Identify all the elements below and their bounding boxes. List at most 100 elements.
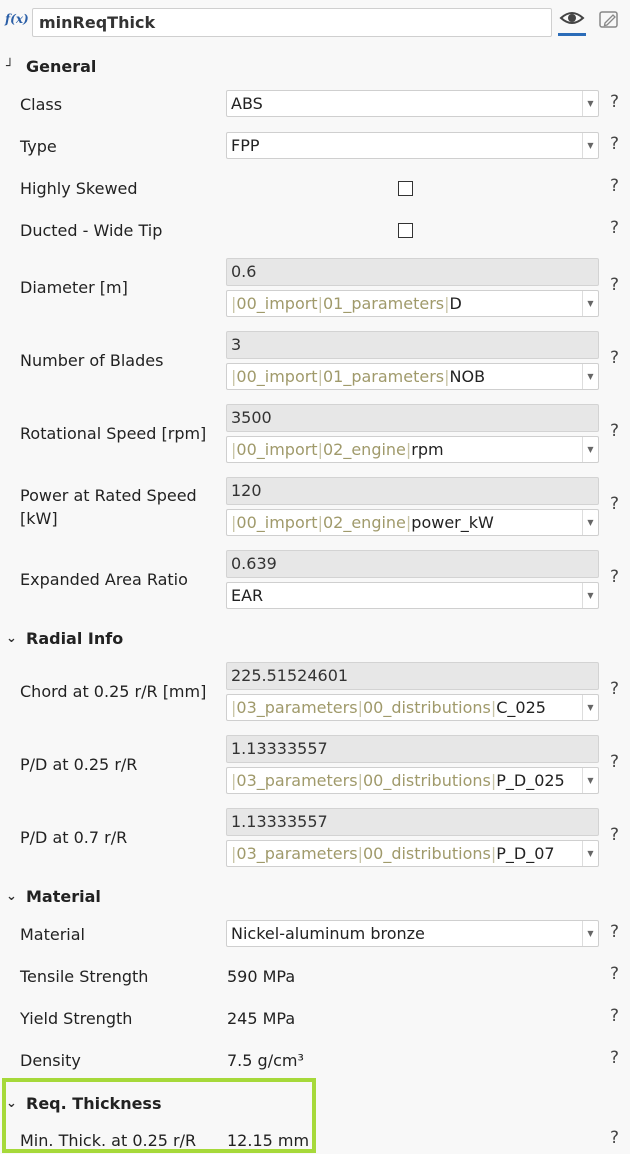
- blades-value: 3: [226, 331, 599, 359]
- help-icon[interactable]: ?: [610, 92, 619, 112]
- class-label: Class: [20, 95, 63, 114]
- density-value: 7.5 g/cm³: [227, 1051, 304, 1070]
- ear-label: Expanded Area Ratio: [20, 570, 188, 589]
- type-value: FPP: [231, 136, 260, 155]
- section-radial-info[interactable]: ⌄ Radial Info: [6, 626, 123, 650]
- edit-button[interactable]: [598, 9, 620, 31]
- help-icon[interactable]: ?: [610, 218, 619, 238]
- eye-icon: [559, 12, 585, 24]
- chevron-down-icon[interactable]: ▼: [582, 768, 598, 793]
- blades-ref-select[interactable]: |00_import|01_parameters| NOB ▼: [226, 363, 599, 390]
- help-icon[interactable]: ?: [610, 275, 619, 295]
- rpm-label: Rotational Speed [rpm]: [20, 424, 207, 443]
- section-title: Radial Info: [26, 628, 124, 648]
- power-label-line2: [kW]: [20, 509, 58, 528]
- help-icon[interactable]: ?: [610, 494, 619, 514]
- pd07-ref-select[interactable]: |03_parameters|00_distributions| P_D_07 ▼: [226, 840, 599, 867]
- ref-path: |03_parameters|00_distributions|: [231, 844, 497, 863]
- visibility-toggle-button[interactable]: [558, 6, 586, 36]
- help-icon[interactable]: ?: [610, 752, 619, 772]
- help-icon[interactable]: ?: [610, 348, 619, 368]
- yield-value: 245 MPa: [227, 1009, 296, 1028]
- ref-name: power_kW: [411, 513, 494, 532]
- chevron-down-icon: ⌄: [6, 888, 17, 904]
- chevron-down-icon[interactable]: ▼: [582, 921, 598, 946]
- help-icon[interactable]: ?: [610, 922, 619, 942]
- ref-path: |03_parameters|00_distributions|: [231, 771, 497, 790]
- ref-path: |00_import|01_parameters|: [231, 294, 450, 313]
- ear-ref-select[interactable]: EAR ▼: [226, 582, 599, 609]
- chevron-down-icon[interactable]: ▼: [582, 841, 598, 866]
- ref-path: |00_import|02_engine|: [231, 440, 412, 459]
- section-title: Material: [26, 886, 101, 906]
- yield-label: Yield Strength: [20, 1009, 133, 1028]
- chevron-down-icon[interactable]: ▼: [582, 510, 598, 535]
- material-select[interactable]: Nickel-aluminum bronze ▼: [226, 920, 599, 947]
- ear-value: 0.639: [226, 550, 599, 578]
- ref-name: P_D_07: [496, 844, 555, 863]
- chevron-down-icon[interactable]: ▼: [582, 364, 598, 389]
- help-icon[interactable]: ?: [610, 134, 619, 154]
- formula-icon[interactable]: f(x): [5, 12, 29, 26]
- chevron-down-icon[interactable]: ▼: [582, 133, 598, 158]
- chevron-down-icon[interactable]: ▼: [582, 583, 598, 608]
- chevron-down-icon[interactable]: ▼: [582, 437, 598, 462]
- pd07-label: P/D at 0.7 r/R: [20, 828, 128, 847]
- power-value: 120: [226, 477, 599, 505]
- pd07-value: 1.13333557: [226, 808, 599, 836]
- help-icon[interactable]: ?: [610, 825, 619, 845]
- material-label: Material: [20, 925, 85, 944]
- active-underline: [558, 33, 586, 36]
- pd025-value: 1.13333557: [226, 735, 599, 763]
- section-general[interactable]: ┘ General: [6, 54, 96, 78]
- ref-path: |00_import|01_parameters|: [231, 367, 450, 386]
- chord-value: 225.51524601: [226, 662, 599, 690]
- blades-label: Number of Blades: [20, 351, 164, 370]
- help-icon[interactable]: ?: [610, 176, 619, 196]
- chevron-down-icon[interactable]: ▼: [582, 91, 598, 116]
- material-value: Nickel-aluminum bronze: [231, 924, 425, 943]
- diameter-label: Diameter [m]: [20, 278, 128, 297]
- type-label: Type: [20, 137, 57, 156]
- ref-path: |00_import|02_engine|: [231, 513, 412, 532]
- pd025-ref-select[interactable]: |03_parameters|00_distributions| P_D_025 …: [226, 767, 599, 794]
- class-select[interactable]: ABS ▼: [226, 90, 599, 117]
- name-input[interactable]: [32, 8, 552, 37]
- highlight-box: [2, 1078, 316, 1153]
- ducted-wide-tip-checkbox[interactable]: [398, 223, 413, 238]
- ref-name: C_025: [496, 698, 546, 717]
- section-title: General: [26, 56, 97, 76]
- collapse-icon: ┘: [6, 58, 14, 74]
- chord-label: Chord at 0.25 r/R [mm]: [20, 682, 207, 701]
- ref-name: EAR: [231, 586, 264, 605]
- help-icon[interactable]: ?: [610, 1006, 619, 1026]
- help-icon[interactable]: ?: [610, 964, 619, 984]
- ref-name: P_D_025: [496, 771, 565, 790]
- class-value: ABS: [231, 94, 263, 113]
- power-label-line1: Power at Rated Speed: [20, 486, 197, 505]
- help-icon[interactable]: ?: [610, 1128, 619, 1148]
- highly-skewed-checkbox[interactable]: [398, 181, 413, 196]
- ref-name: D: [449, 294, 462, 313]
- tensile-value: 590 MPa: [227, 967, 296, 986]
- help-icon[interactable]: ?: [610, 679, 619, 699]
- chevron-down-icon: ⌄: [6, 630, 17, 646]
- diameter-value: 0.6: [226, 258, 599, 286]
- edit-icon: [599, 11, 618, 28]
- pd025-label: P/D at 0.25 r/R: [20, 755, 138, 774]
- chevron-down-icon[interactable]: ▼: [582, 695, 598, 720]
- ducted-label: Ducted - Wide Tip: [20, 221, 163, 240]
- help-icon[interactable]: ?: [610, 421, 619, 441]
- skewed-label: Highly Skewed: [20, 179, 138, 198]
- diameter-ref-select[interactable]: |00_import|01_parameters| D ▼: [226, 290, 599, 317]
- help-icon[interactable]: ?: [610, 1048, 619, 1068]
- power-ref-select[interactable]: |00_import|02_engine| power_kW ▼: [226, 509, 599, 536]
- ref-name: rpm: [411, 440, 444, 459]
- section-material[interactable]: ⌄ Material: [6, 884, 101, 908]
- chevron-down-icon[interactable]: ▼: [582, 291, 598, 316]
- ref-name: NOB: [449, 367, 486, 386]
- rpm-ref-select[interactable]: |00_import|02_engine| rpm ▼: [226, 436, 599, 463]
- help-icon[interactable]: ?: [610, 567, 619, 587]
- type-select[interactable]: FPP ▼: [226, 132, 599, 159]
- chord-ref-select[interactable]: |03_parameters|00_distributions| C_025 ▼: [226, 694, 599, 721]
